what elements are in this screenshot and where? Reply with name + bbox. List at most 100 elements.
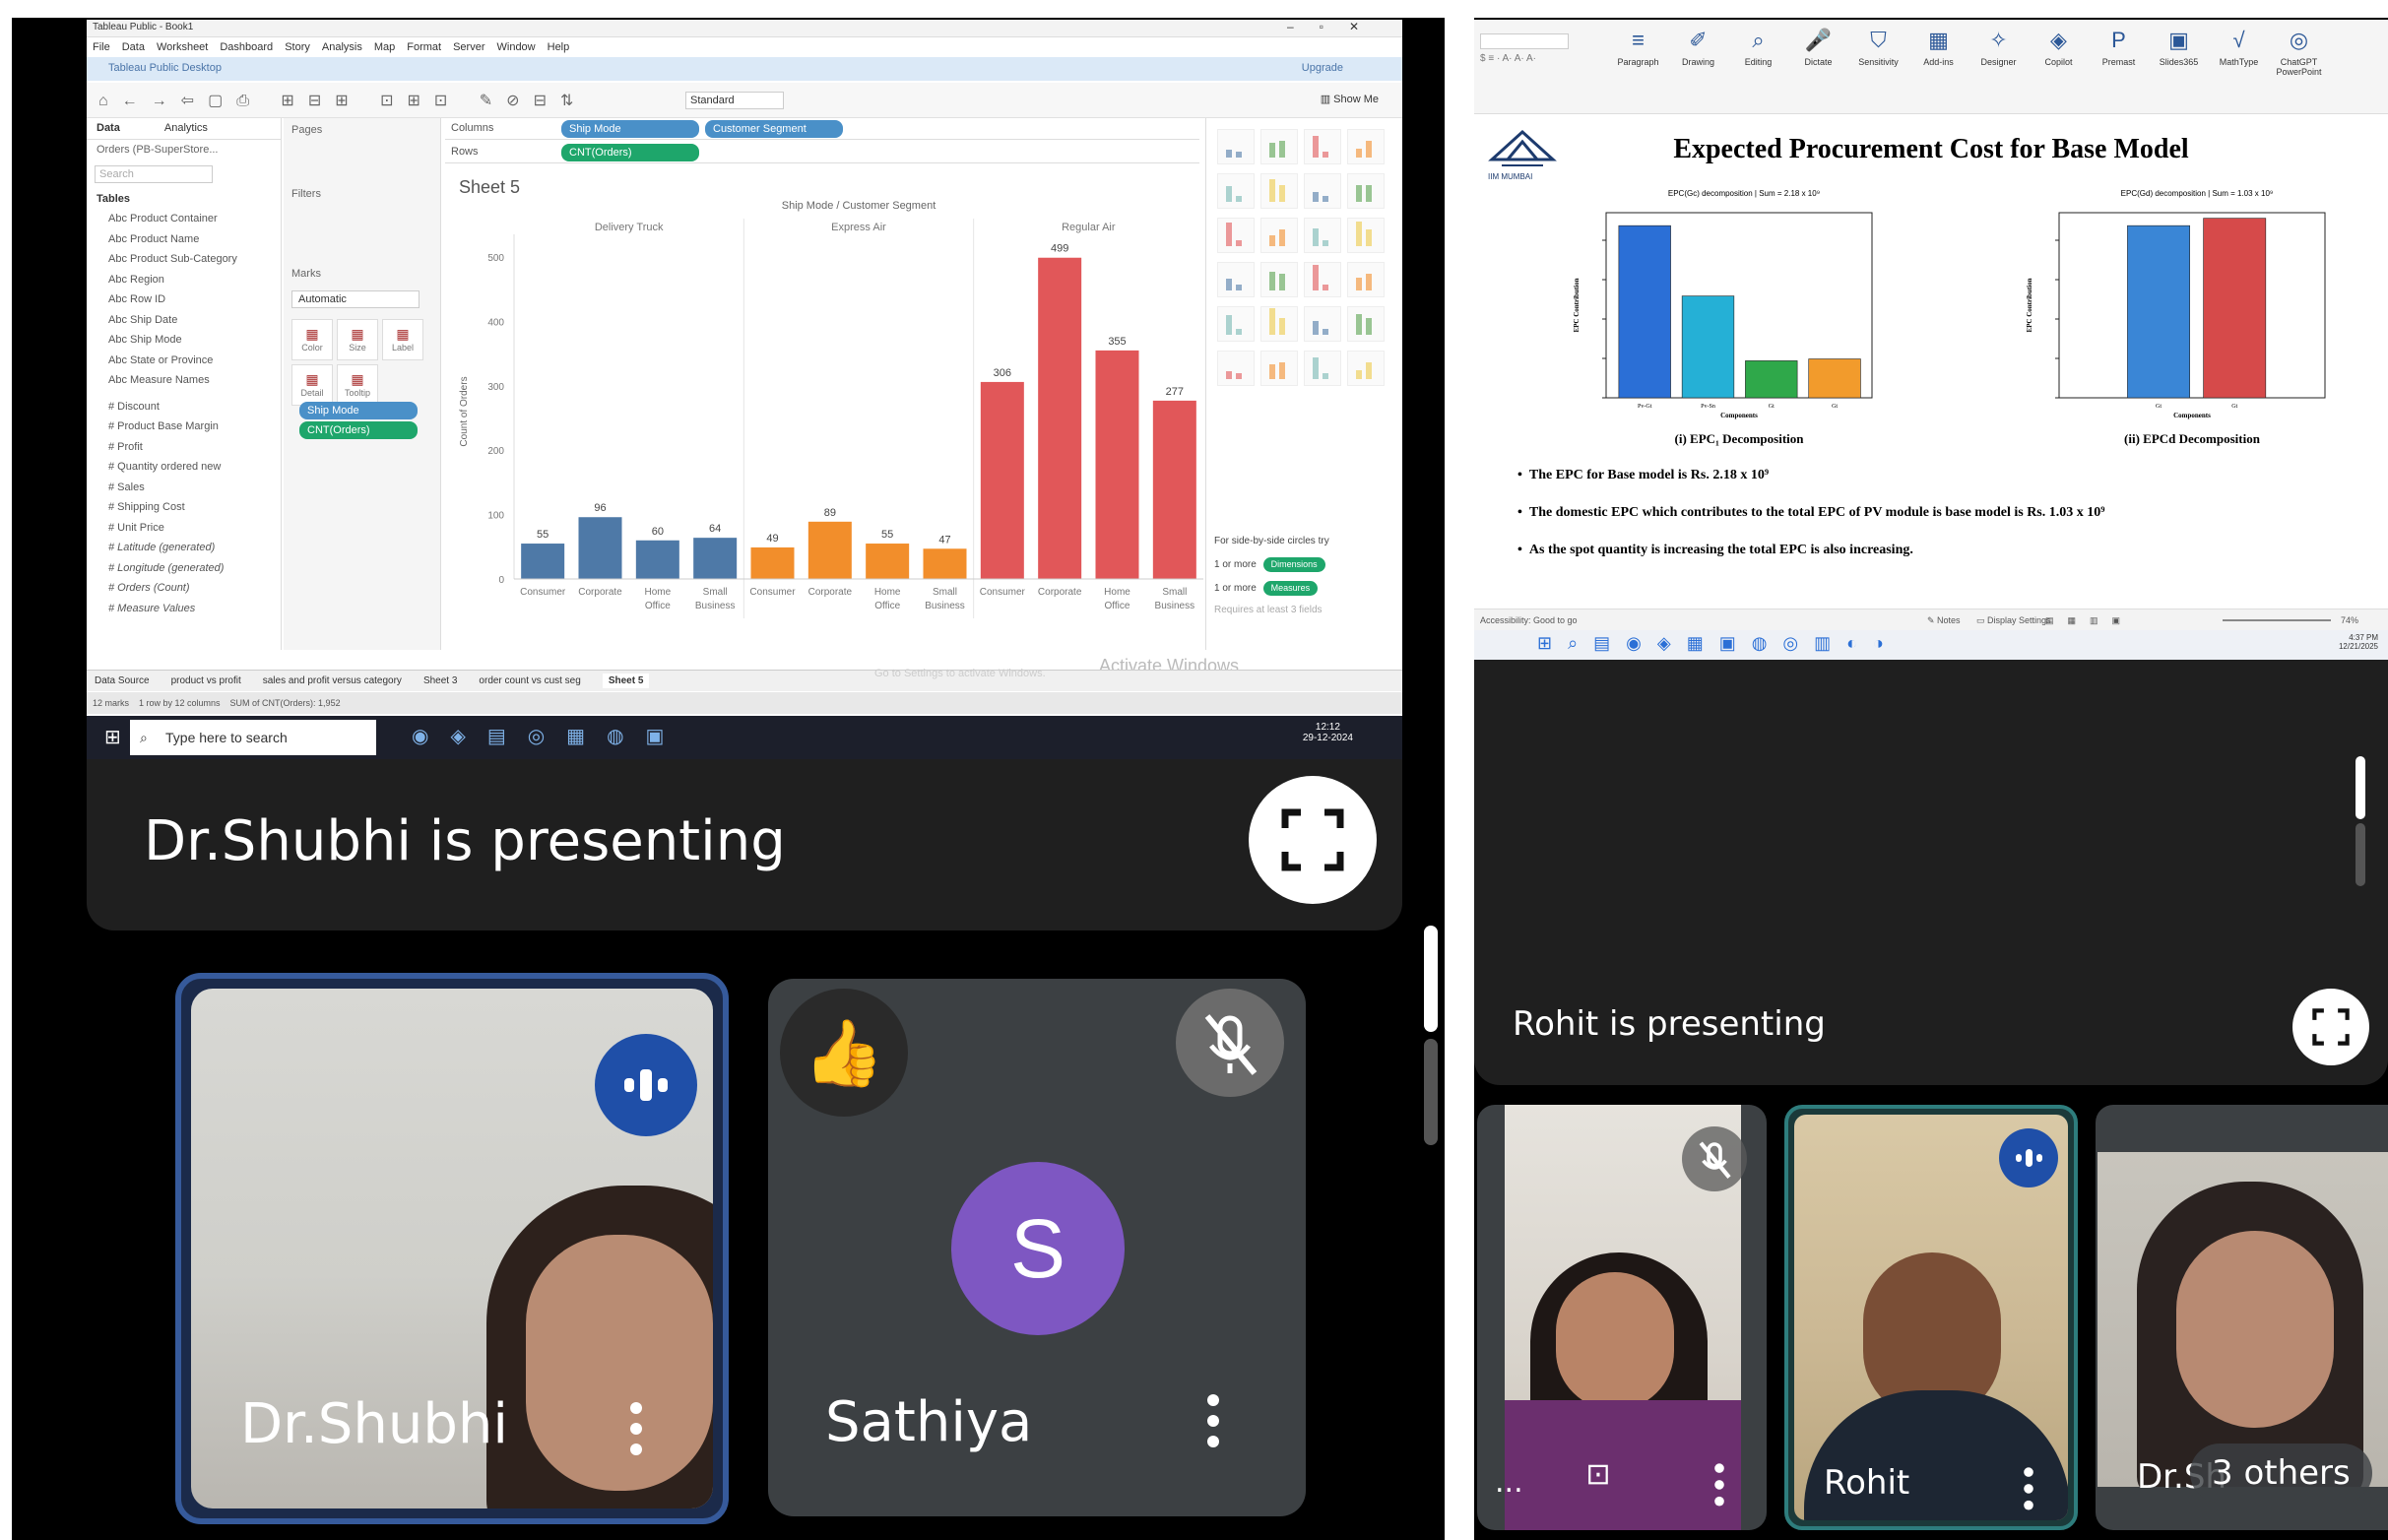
field-item[interactable]: # Profit (108, 437, 281, 458)
view-buttons[interactable]: ▤▦▥▣ (2045, 610, 2134, 631)
show-me-chart-option[interactable] (1304, 173, 1341, 209)
show-me-chart-option[interactable] (1260, 218, 1298, 253)
field-item[interactable]: Abc Ship Date (108, 310, 281, 331)
field-item[interactable]: Abc Region (108, 270, 281, 290)
show-me-chart-option[interactable] (1217, 173, 1255, 209)
ribbon-button[interactable]: ▣ Slides365 (2149, 28, 2209, 67)
ribbon-button[interactable]: P Premast (2089, 28, 2149, 67)
ribbon-button[interactable]: ✧ Designer (1968, 28, 2029, 67)
menu-item-data[interactable]: Data (122, 41, 145, 53)
field-item[interactable]: Abc Product Name (108, 229, 281, 250)
menu-item-story[interactable]: Story (285, 41, 310, 53)
show-me-chart-option[interactable] (1304, 306, 1341, 342)
marks-buttons[interactable]: ▦ Color ▦ Size ▦ Label ▦ Detail ▦ Tooltip (290, 317, 427, 408)
marks-button-size[interactable]: ▦ Size (337, 319, 378, 360)
pin-icon[interactable]: ⊡ (1576, 1457, 1621, 1503)
more-options-icon[interactable] (1207, 1394, 1219, 1456)
show-me-chart-option[interactable] (1347, 129, 1385, 164)
show-me-chart-option[interactable] (1347, 262, 1385, 297)
show-me-chart-option[interactable] (1260, 129, 1298, 164)
show-me-chart-option[interactable] (1217, 218, 1255, 253)
ribbon-button[interactable]: ▦ Add-ins (1908, 28, 1968, 67)
show-me-chart-option[interactable] (1260, 306, 1298, 342)
sheet-tab[interactable]: Data Source (95, 675, 150, 686)
menu-item-server[interactable]: Server (453, 41, 484, 53)
menu-item-format[interactable]: Format (407, 41, 441, 53)
zoom-level[interactable]: 74% (2341, 610, 2358, 631)
field-item[interactable]: Abc Product Container (108, 209, 281, 229)
tab-analytics[interactable]: Analytics (164, 122, 208, 134)
upgrade-link[interactable]: Upgrade (1302, 62, 1343, 74)
ribbon-button[interactable]: ⛉ Sensitivity (1848, 28, 1908, 67)
show-me-chart-grid[interactable] (1214, 126, 1391, 392)
menu-bar[interactable]: File Data Worksheet Dashboard Story Analysis M… (87, 38, 1402, 56)
more-options-icon[interactable] (630, 1402, 642, 1464)
columns-pill-customer-segment[interactable]: Customer Segment (705, 120, 843, 138)
left-scroll-thumb[interactable] (1424, 926, 1438, 1032)
show-me-chart-option[interactable] (1304, 262, 1341, 297)
ribbon-font-group[interactable]: $ ≡ · A· A· A· (1480, 33, 1628, 102)
show-me-chart-option[interactable] (1304, 129, 1341, 164)
menu-item-worksheet[interactable]: Worksheet (157, 41, 208, 53)
participant-tile-woman[interactable]: ... ⊡ (1477, 1105, 1767, 1530)
ribbon-button[interactable]: ⌕ Editing (1728, 28, 1788, 67)
show-me-chart-option[interactable] (1304, 351, 1341, 386)
show-me-chart-option[interactable] (1347, 351, 1385, 386)
menu-item-file[interactable]: File (93, 41, 110, 53)
show-me-chart-option[interactable] (1217, 262, 1255, 297)
marks-button-tooltip[interactable]: ▦ Tooltip (337, 364, 378, 406)
field-item[interactable]: Abc Measure Names (108, 370, 281, 391)
left-scroll-track[interactable] (1424, 1039, 1438, 1145)
field-item[interactable]: Abc Product Sub-Category (108, 249, 281, 270)
participant-tile-others[interactable]: Dr.Sh 3 others (2096, 1105, 2388, 1530)
field-item[interactable]: # Longitude (generated) (108, 558, 281, 579)
field-item[interactable]: Abc Row ID (108, 289, 281, 310)
show-me-chart-option[interactable] (1217, 306, 1255, 342)
show-me-chart-option[interactable] (1260, 351, 1298, 386)
accessibility-status[interactable]: Accessibility: Good to go (1480, 610, 1578, 631)
marks-button-detail[interactable]: ▦ Detail (291, 364, 333, 406)
display-settings-button[interactable]: ▭ Display Settings (1976, 610, 2051, 631)
field-item[interactable]: # Discount (108, 397, 281, 417)
toolbar-icons[interactable]: ⌂←→⇦▢⎙ ⊞⊟⊞ ⊡⊞⊡ ✎⊘⊟⇅ (98, 91, 587, 110)
windows-start-icon[interactable]: ⊞ (104, 725, 121, 749)
participant-tile-sathiya[interactable]: 👍 S Sathiya (768, 979, 1306, 1516)
sheet-tab[interactable]: order count vs cust seg (479, 675, 580, 686)
field-item[interactable]: Abc Ship Mode (108, 330, 281, 351)
field-item[interactable]: # Product Base Margin (108, 417, 281, 437)
field-search-input[interactable]: Search (95, 165, 213, 183)
ribbon-button[interactable]: ◈ Copilot (2029, 28, 2089, 67)
taskbar-search-box[interactable]: ⌕ Type here to search (130, 720, 376, 755)
fit-select[interactable]: Standard (685, 92, 784, 109)
menu-item-analysis[interactable]: Analysis (322, 41, 362, 53)
show-me-button[interactable]: ▥ Show Me (1321, 93, 1379, 105)
field-item[interactable]: Abc State or Province (108, 351, 281, 371)
datasource-name[interactable]: Orders (PB-SuperStore... (87, 140, 281, 160)
marks-button-label[interactable]: ▦ Label (382, 319, 423, 360)
rows-pill-cnt-orders[interactable]: CNT(Orders) (561, 144, 699, 161)
show-me-chart-option[interactable] (1347, 173, 1385, 209)
show-me-chart-option[interactable] (1347, 218, 1385, 253)
sheet-tabs[interactable]: Data Source product vs profit sales and pr… (87, 670, 1402, 691)
taskbar-app-icons[interactable]: ⊞⌕▤◉◈▦▣◍◎▥◐◑ (1537, 633, 1900, 654)
ribbon-button[interactable]: ◎ ChatGPT PowerPoint (2269, 28, 2329, 77)
ribbon-button[interactable]: √ MathType (2209, 28, 2269, 67)
show-me-chart-option[interactable] (1304, 218, 1341, 253)
marks-button-color[interactable]: ▦ Color (291, 319, 333, 360)
participant-tile-rohit[interactable]: Rohit (1784, 1105, 2078, 1530)
ribbon-button[interactable]: ✐ Drawing (1668, 28, 1728, 67)
tab-data[interactable]: Data (97, 122, 120, 134)
sheet-tab[interactable]: Sheet 3 (423, 675, 457, 686)
marks-type-select[interactable]: Automatic (291, 290, 420, 308)
participant-tile-drshubhi[interactable]: Dr.Shubhi (175, 973, 729, 1524)
right-scroll-thumb[interactable] (2356, 756, 2365, 819)
bar-chart[interactable]: Ship Mode / Customer Segment Count of Ord… (445, 165, 1203, 650)
more-options-icon[interactable] (2024, 1467, 2033, 1516)
menu-item-map[interactable]: Map (374, 41, 395, 53)
sheet-tab[interactable]: sales and profit versus category (263, 675, 402, 686)
field-item[interactable]: # Sales (108, 478, 281, 498)
ribbon-buttons[interactable]: ≡ Paragraph ✐ Drawing ⌕ Editing 🎤 Dictate ⛉ Sensi… (1608, 28, 2386, 106)
show-me-chart-option[interactable] (1347, 306, 1385, 342)
show-me-chart-option[interactable] (1217, 129, 1255, 164)
columns-pill-ship-mode[interactable]: Ship Mode (561, 120, 699, 138)
